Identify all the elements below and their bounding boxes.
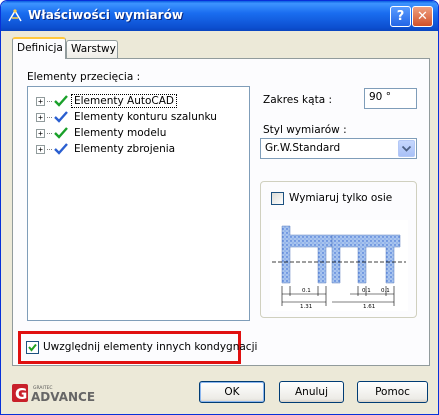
tab-warstwy[interactable]: Warstwy — [66, 40, 118, 59]
tree-item-label: Elementy modelu — [74, 127, 167, 139]
tree-item-label: Elementy zbrojenia — [74, 143, 176, 155]
help-title-button[interactable]: ? — [390, 6, 411, 27]
other-storeys-label: Uwzględnij elementy innych kondygnacji — [43, 341, 258, 353]
dialog-window: Właściwości wymiarów ? ✕ Definicja Warst… — [0, 0, 439, 415]
tree-connector — [47, 100, 52, 102]
tree-item-label: Elementy AutoCAD — [70, 94, 178, 108]
expand-plus-icon[interactable]: + — [36, 112, 45, 122]
dropdown-button[interactable] — [398, 140, 415, 157]
tree-item-reinforcement[interactable]: + Elementy zbrojenia — [36, 141, 177, 157]
close-button[interactable]: ✕ — [412, 6, 433, 27]
help-button[interactable]: Pomoc — [357, 381, 428, 403]
tree-connector — [47, 132, 52, 134]
green-check-icon[interactable] — [54, 94, 68, 108]
tab-label: Definicja — [17, 42, 63, 54]
expand-plus-icon[interactable]: + — [36, 128, 45, 138]
tab-definicja[interactable]: Definicja — [12, 37, 66, 59]
logo-text: ADVANCE — [31, 390, 95, 404]
ok-label: OK — [224, 386, 240, 398]
dimension-preview-image: 0.1 1.31 0.1 0.1 1.61 — [270, 220, 408, 311]
other-storeys-checkbox[interactable] — [26, 341, 39, 354]
style-select[interactable]: Gr.W.Standard — [260, 138, 417, 159]
blue-check-icon[interactable] — [54, 110, 68, 124]
ok-button[interactable]: OK — [199, 381, 265, 403]
axes-only-checkbox[interactable] — [271, 192, 284, 205]
angle-value: 90 ° — [369, 91, 391, 103]
cancel-label: Anuluj — [295, 386, 328, 398]
dim-left-total: 1.31 — [300, 304, 312, 310]
angle-input[interactable]: 90 ° — [364, 88, 417, 109]
tab-label: Warstwy — [71, 43, 116, 55]
expand-plus-icon[interactable]: + — [36, 144, 45, 154]
close-icon: ✕ — [417, 9, 428, 24]
angle-label: Zakres kąta : — [263, 94, 333, 106]
logo-prefix: G — [15, 385, 27, 403]
title-bar[interactable]: Właściwości wymiarów ? ✕ — [1, 1, 438, 31]
chevron-down-icon — [402, 145, 411, 152]
green-check-icon[interactable] — [54, 126, 68, 140]
style-selected-value: Gr.W.Standard — [265, 142, 341, 154]
elements-label: Elementy przecięcia : — [27, 71, 141, 83]
tree-connector — [47, 116, 52, 118]
tree-item-autocad[interactable]: + Elementy AutoCAD — [36, 93, 178, 109]
dim-right-small-b: 0.1 — [381, 288, 390, 294]
dim-right-small-a: 0.1 — [362, 288, 371, 294]
dim-right-total: 1.61 — [363, 304, 375, 310]
cancel-button[interactable]: Anuluj — [279, 381, 344, 403]
elements-tree-list[interactable]: + Elementy AutoCAD + Elementy konturu sz… — [27, 86, 250, 321]
graitec-advance-logo: G GRAITEC ADVANCE — [12, 384, 95, 404]
style-label: Styl wymiarów : — [263, 124, 347, 136]
dimension-app-icon — [8, 9, 22, 22]
help-label: Pomoc — [375, 386, 410, 398]
dim-left-small: 0.1 — [302, 288, 311, 294]
blue-check-icon[interactable] — [54, 142, 68, 156]
window-title: Właściwości wymiarów — [28, 8, 183, 22]
tree-connector — [47, 148, 52, 150]
tree-item-model[interactable]: + Elementy modelu — [36, 125, 168, 141]
axes-only-label: Wymiaruj tylko osie — [289, 192, 393, 204]
question-icon: ? — [396, 9, 405, 24]
expand-plus-icon[interactable]: + — [36, 96, 45, 106]
tree-item-formwork[interactable]: + Elementy konturu szalunku — [36, 109, 219, 125]
tree-item-label: Elementy konturu szalunku — [74, 111, 217, 123]
checkmark-icon — [28, 343, 37, 352]
